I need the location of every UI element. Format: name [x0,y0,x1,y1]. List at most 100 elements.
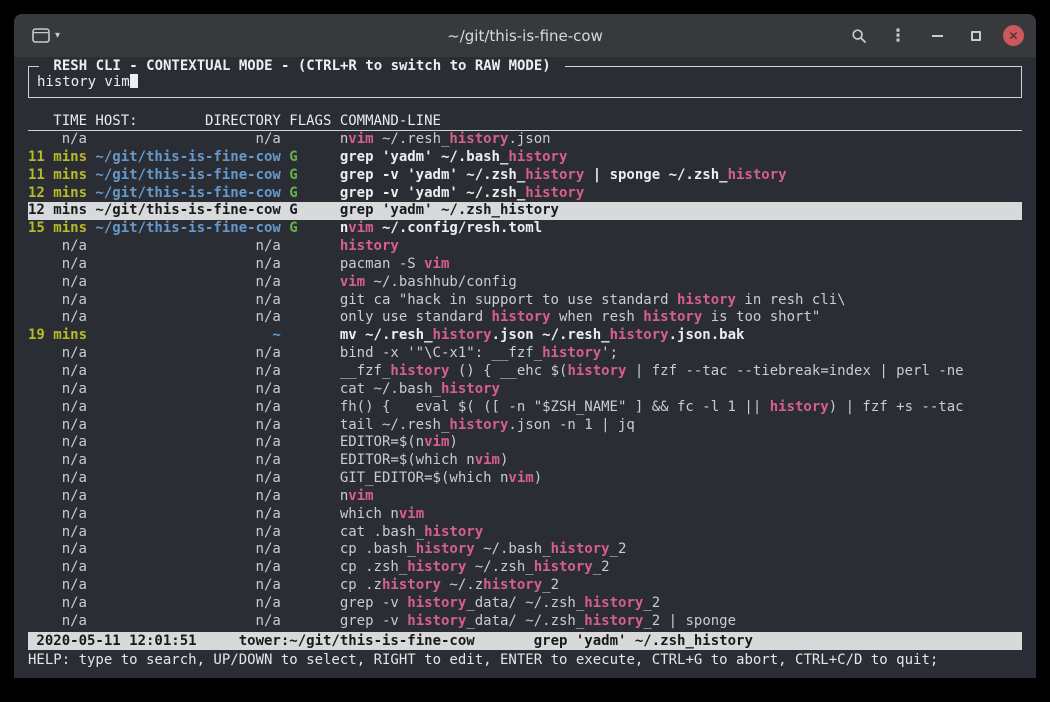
close-icon: ✕ [1008,30,1018,42]
table-row[interactable]: n/an/acp .bash_history ~/.bash_history_2 [28,541,1022,559]
table-row[interactable]: n/an/a__fzf_history () { __ehc $(history… [28,363,1022,381]
row-directory: n/a [95,559,280,577]
table-row[interactable]: n/an/acp .zsh_history ~/.zsh_history_2 [28,559,1022,577]
row-directory: ~/git/this-is-fine-cow [95,185,280,203]
table-row[interactable]: n/an/aGIT_EDITOR=$(which nvim) [28,470,1022,488]
row-time: n/a [28,488,87,506]
table-row[interactable]: n/an/anvim [28,488,1022,506]
table-row[interactable]: 11 mins~/git/this-is-fine-cowGgrep -v 'y… [28,167,1022,185]
table-row[interactable]: n/an/awhich nvim [28,506,1022,524]
table-row[interactable]: n/an/afh() { eval $( ([ -n "$ZSH_NAME" ]… [28,399,1022,417]
table-row[interactable]: n/an/acp .zhistory ~/.zhistory_2 [28,577,1022,595]
row-time: n/a [28,292,87,310]
help-line: HELP: type to search, UP/DOWN to select,… [28,651,1022,669]
match-highlight: history [382,577,441,593]
match-highlight: history [584,595,643,611]
row-flags [289,488,331,506]
match-highlight: history [483,577,542,593]
row-command: cp .zsh_history ~/.zsh_history_2 [340,559,1022,577]
table-row[interactable]: n/an/atail ~/.resh_history.json -n 1 | j… [28,417,1022,435]
row-flags [289,470,331,488]
row-flags [289,452,331,470]
table-row[interactable]: n/an/apacman -S vim [28,256,1022,274]
table-row[interactable]: 12 mins~/git/this-is-fine-cowGgrep -v 'y… [28,185,1022,203]
table-row[interactable]: n/an/aEDITOR=$(nvim) [28,434,1022,452]
table-row[interactable]: 19 mins~mv ~/.resh_history.json ~/.resh_… [28,327,1022,345]
match-highlight: history [500,202,559,218]
table-row[interactable]: n/an/agrep -v history_data/ ~/.zsh_histo… [28,613,1022,631]
table-row[interactable]: n/an/avim ~/.bashhub/config [28,274,1022,292]
row-flags [289,399,331,417]
table-row[interactable]: n/an/acat .bash_history [28,524,1022,542]
row-time: n/a [28,131,87,149]
match-highlight: vim [424,256,449,272]
row-flags [289,327,331,345]
match-highlight: vim [348,488,373,504]
row-time: n/a [28,399,87,417]
row-command: GIT_EDITOR=$(which nvim) [340,470,1022,488]
row-directory: n/a [95,274,280,292]
match-highlight: history [542,345,601,361]
table-row[interactable]: n/an/ahistory [28,238,1022,256]
row-flags [289,363,331,381]
table-row[interactable]: 15 mins~/git/this-is-fine-cowGnvim ~/.co… [28,220,1022,238]
match-highlight: history [449,417,508,433]
row-command: grep 'yadm' ~/.bash_history [340,149,1022,167]
row-time: 11 mins [28,167,87,185]
row-directory: n/a [95,524,280,542]
row-command: nvim ~/.resh_history.json [340,131,1022,149]
match-highlight: vim [348,131,373,147]
match-highlight: history [449,131,508,147]
table-row[interactable]: n/an/aEDITOR=$(which nvim) [28,452,1022,470]
close-button[interactable]: ✕ [1003,25,1024,46]
table-row[interactable]: n/an/abind -x '"\C-x1": __fzf_history'; [28,345,1022,363]
header-flags: FLAGS [289,113,331,130]
table-row[interactable]: n/an/agrep -v history_data/ ~/.zsh_histo… [28,595,1022,613]
row-time: 11 mins [28,149,87,167]
header-host: HOST: [95,113,137,130]
row-command: cp .zhistory ~/.zhistory_2 [340,577,1022,595]
row-command: EDITOR=$(which nvim) [340,452,1022,470]
row-flags: G [289,202,331,220]
match-highlight: history [677,292,736,308]
header-directory: DIRECTORY [205,113,281,130]
row-command: nvim ~/.config/resh.toml [340,220,1022,238]
match-highlight: history [340,238,399,254]
match-highlight: history [416,541,475,557]
restore-button[interactable] [964,23,988,49]
row-time: n/a [28,434,87,452]
row-flags [289,131,331,149]
search-button[interactable] [847,23,871,49]
row-command: bind -x '"\C-x1": __fzf_history'; [340,345,1022,363]
row-command: mv ~/.resh_history.json ~/.resh_history.… [340,327,1022,345]
table-row[interactable]: n/an/anvim ~/.resh_history.json [28,131,1022,149]
row-command: grep -v 'yadm' ~/.zsh_history | sponge ~… [340,167,1022,185]
row-directory: ~/git/this-is-fine-cow [95,167,280,185]
table-row[interactable]: 11 mins~/git/this-is-fine-cowGgrep 'yadm… [28,149,1022,167]
menu-button[interactable]: ⋮ [886,23,910,49]
table-row[interactable]: n/an/acat ~/.bash_history [28,381,1022,399]
row-time: n/a [28,452,87,470]
search-icon [851,28,867,44]
minimize-button[interactable] [925,23,949,49]
row-flags [289,274,331,292]
restore-icon [971,31,981,41]
match-highlight: history [610,327,669,343]
row-command: tail ~/.resh_history.json -n 1 | jq [340,417,1022,435]
row-directory: n/a [95,577,280,595]
status-timestamp: 2020-05-11 12:01:51 [36,632,196,650]
row-directory: n/a [95,256,280,274]
row-time: n/a [28,309,87,327]
row-flags: G [289,185,331,203]
row-command: only use standard history when resh hist… [340,309,1022,327]
table-row[interactable]: n/an/agit ca "hack in support to use sta… [28,292,1022,310]
row-flags [289,506,331,524]
match-highlight: history [407,559,466,575]
row-command: cat .bash_history [340,524,1022,542]
table-row[interactable]: n/an/aonly use standard history when res… [28,309,1022,327]
new-terminal-button[interactable]: ▾ [26,23,66,49]
row-directory: n/a [95,399,280,417]
row-command: grep -v history_data/ ~/.zsh_history_2 [340,595,1022,613]
search-input[interactable]: history vim [37,73,1013,91]
table-row[interactable]: 12 mins~/git/this-is-fine-cowGgrep 'yadm… [28,202,1022,220]
